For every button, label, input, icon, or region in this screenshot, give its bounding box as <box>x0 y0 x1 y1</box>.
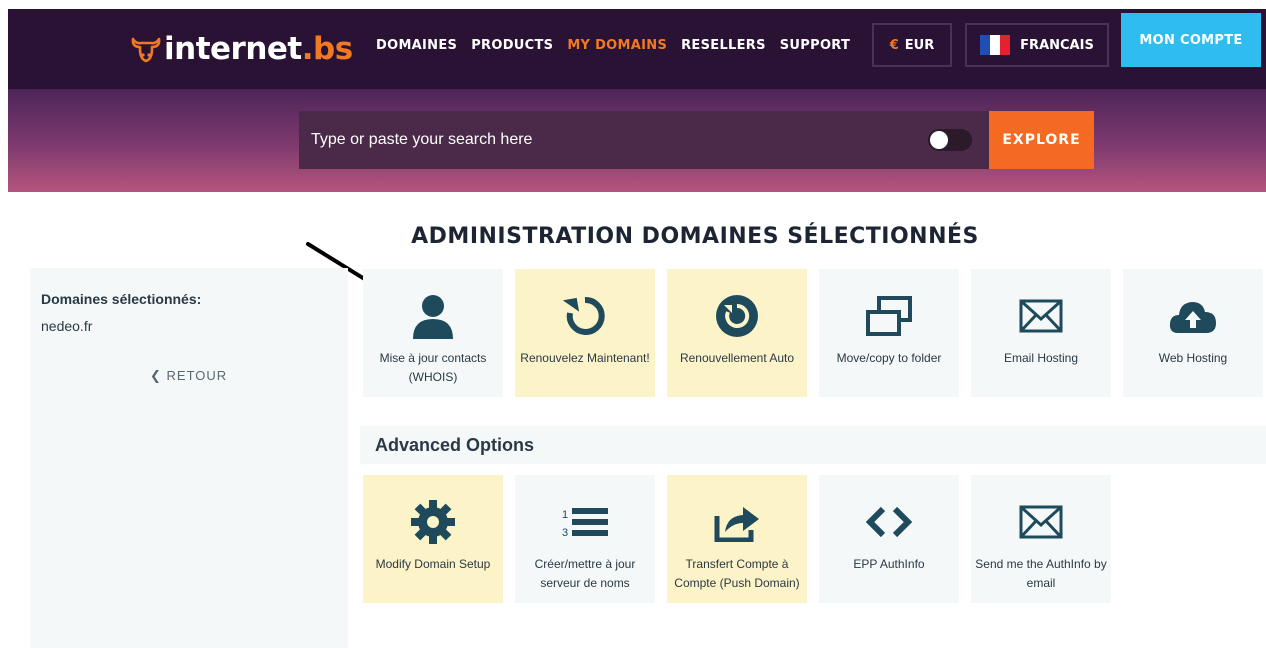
search-input[interactable]: Type or paste your search here <box>299 111 989 169</box>
currency-selector[interactable]: € EUR <box>872 23 952 67</box>
back-label: RETOUR <box>166 368 228 383</box>
search-placeholder: Type or paste your search here <box>311 131 533 148</box>
nav-support[interactable]: SUPPORT <box>780 38 850 53</box>
action-label: Email Hosting <box>1003 351 1079 365</box>
action-renew-now[interactable]: Renouvelez Maintenant! <box>515 269 655 397</box>
selected-domain: nedeo.fr <box>41 318 93 334</box>
site-logo[interactable]: internet.bs <box>130 29 353 69</box>
share-icon <box>714 507 759 542</box>
auto-renew-icon <box>716 295 758 337</box>
advanced-options-title: Advanced Options <box>375 435 535 455</box>
main-nav: DOMAINES PRODUCTS MY DOMAINS RESELLERS S… <box>376 38 850 53</box>
action-auto-renew[interactable]: Renouvellement Auto <box>667 269 807 397</box>
user-icon <box>413 295 453 339</box>
action-label: Transfert Compte à Compte (Push Domain) <box>674 557 800 590</box>
selected-domains-panel: Domaines sélectionnés: nedeo.fr ❮ RETOUR <box>30 268 348 648</box>
nav-products[interactable]: PRODUCTS <box>471 38 553 53</box>
action-label: Créer/mettre à jour serveur de noms <box>534 557 636 590</box>
action-label: Renouvellement Auto <box>679 351 795 365</box>
search-banner: Type or paste your search here EXPLORE <box>8 89 1266 192</box>
copy-folder-icon <box>866 296 912 336</box>
explore-button[interactable]: EXPLORE <box>989 111 1094 169</box>
gear-icon <box>411 500 455 544</box>
action-modify-domain-setup[interactable]: Modify Domain Setup <box>363 475 503 603</box>
bull-logo-icon <box>131 37 161 63</box>
action-web-hosting[interactable]: Web Hosting <box>1123 269 1263 397</box>
back-link[interactable]: ❮ RETOUR <box>150 368 227 384</box>
action-label: Send me the AuthInfo by email <box>975 557 1107 590</box>
numbered-list-icon: 1 3 <box>562 508 608 539</box>
renew-icon <box>562 296 605 335</box>
action-send-authinfo[interactable]: Send me the AuthInfo by email <box>971 475 1111 603</box>
action-email-hosting[interactable]: Email Hosting <box>971 269 1111 397</box>
svg-text:3: 3 <box>562 527 568 539</box>
chevron-left-icon: ❮ <box>150 368 162 383</box>
svg-text:1: 1 <box>562 509 568 521</box>
account-button[interactable]: MON COMPTE <box>1121 13 1261 67</box>
action-push-domain[interactable]: Transfert Compte à Compte (Push Domain) <box>667 475 807 603</box>
language-label: FRANCAIS <box>1020 37 1094 53</box>
envelope-icon <box>1019 505 1063 539</box>
action-label: Renouvelez Maintenant! <box>520 351 650 365</box>
selected-domains-label: Domaines sélectionnés: <box>41 291 202 307</box>
cloud-upload-icon <box>1169 302 1216 333</box>
search-mode-toggle[interactable] <box>928 129 972 151</box>
euro-symbol: € <box>889 37 899 53</box>
nav-domaines[interactable]: DOMAINES <box>376 38 457 53</box>
advanced-options-header: Advanced Options <box>360 426 1266 464</box>
action-label: Modify Domain Setup <box>375 557 491 571</box>
action-move-copy[interactable]: Move/copy to folder <box>819 269 959 397</box>
action-epp-authinfo[interactable]: EPP AuthInfo <box>819 475 959 603</box>
action-label: Web Hosting <box>1158 351 1228 365</box>
language-selector[interactable]: FRANCAIS <box>965 23 1109 67</box>
top-nav-bar: internet.bs DOMAINES PRODUCTS MY DOMAINS… <box>8 9 1266 89</box>
nav-my-domains[interactable]: MY DOMAINS <box>567 38 667 53</box>
nav-resellers[interactable]: RESELLERS <box>681 38 766 53</box>
currency-label: EUR <box>904 37 935 53</box>
logo-text: internet.bs <box>164 31 353 67</box>
page-title: ADMINISTRATION DOMAINES SÉLECTIONNÉS <box>411 224 979 249</box>
action-update-contacts[interactable]: Mise à jour contacts (WHOIS) <box>363 269 503 397</box>
envelope-icon <box>1019 299 1063 333</box>
code-icon <box>865 506 913 538</box>
action-nameservers[interactable]: 1 3 Créer/mettre à jour serveur de noms <box>515 475 655 603</box>
action-label: Move/copy to folder <box>836 351 942 365</box>
france-flag-icon <box>980 35 1011 55</box>
toggle-knob <box>930 131 948 149</box>
action-label: Mise à jour contacts (WHOIS) <box>379 351 487 384</box>
action-label: EPP AuthInfo <box>853 557 925 571</box>
